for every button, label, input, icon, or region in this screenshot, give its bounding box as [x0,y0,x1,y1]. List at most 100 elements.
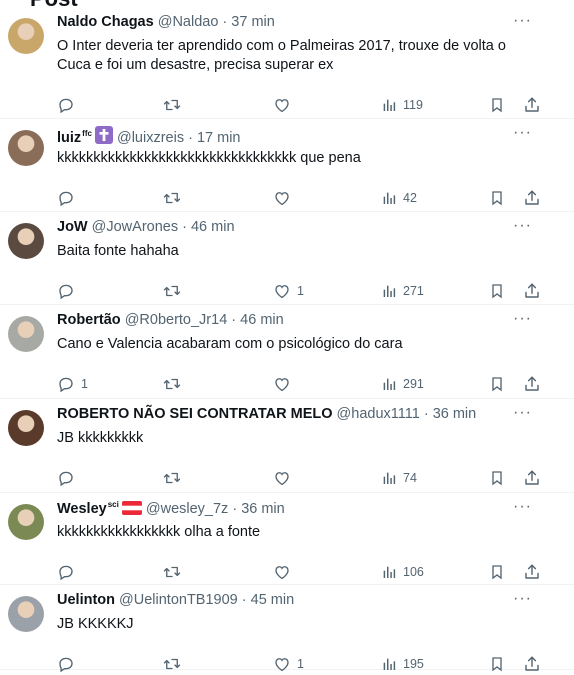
views-button[interactable]: 119 [381,94,423,116]
like-button[interactable]: 1 [273,653,304,675]
more-options-icon[interactable]: ··· [513,310,532,328]
user-handle[interactable]: @R0berto_Jr14 [125,312,228,328]
reply-button[interactable] [57,280,75,302]
name-superscript: ffc [82,129,92,139]
display-name[interactable]: ROBERTO NÃO SEI CONTRATAR MELO [57,406,333,422]
like-button[interactable] [273,467,291,489]
like-button[interactable]: 1 [273,280,304,302]
more-options-icon[interactable]: ··· [513,12,532,30]
reply-button[interactable]: 1 [57,373,88,395]
avatar[interactable] [8,223,44,259]
reply-button[interactable] [57,467,75,489]
post-text: JB kkkkkkkkk [57,430,144,446]
views-icon [381,376,397,392]
display-name[interactable]: Naldo Chagas [57,14,154,30]
bookmark-icon [489,469,505,487]
share-button[interactable] [523,467,541,489]
post-timestamp[interactable]: 46 min [191,219,235,235]
views-button[interactable]: 74 [381,467,417,489]
share-button[interactable] [523,94,541,116]
retweet-button[interactable] [162,373,182,395]
user-handle[interactable]: @Naldao [158,14,219,30]
post-timestamp[interactable]: 17 min [197,130,241,146]
reply-button[interactable] [57,187,75,209]
austria-flag-icon [121,500,142,519]
bookmark-icon [489,189,505,207]
views-button[interactable]: 106 [381,561,424,583]
share-button[interactable] [523,187,541,209]
bookmark-button[interactable] [489,94,505,116]
reply-post[interactable]: Robertão @R0berto_Jr14 · 46 min ··· Cano e… [0,304,574,399]
retweet-button[interactable] [162,187,182,209]
post-timestamp[interactable]: 45 min [251,592,295,608]
views-button[interactable]: 195 [381,653,424,675]
display-name[interactable]: luiz [57,130,81,146]
bookmark-button[interactable] [489,187,505,209]
reply-post[interactable]: Uelinton @UelintonTB1909 · 45 min ··· JB K… [0,584,574,673]
more-options-icon[interactable]: ··· [513,404,532,422]
avatar[interactable] [8,504,44,540]
avatar[interactable] [8,410,44,446]
name-superscript: sci [107,500,119,509]
more-options-icon[interactable]: ··· [513,498,532,516]
views-count: 291 [403,377,424,391]
display-name[interactable]: Uelinton [57,592,115,608]
like-button[interactable] [273,94,291,116]
reply-post[interactable]: luizffc @luixzreis · 17 min ··· kkkkkkkkkk… [0,118,574,212]
share-button[interactable] [523,561,541,583]
like-icon [273,96,291,114]
views-button[interactable]: 42 [381,187,417,209]
like-button[interactable] [273,561,291,583]
views-icon [381,97,397,113]
display-name[interactable]: JoW [57,219,88,235]
avatar[interactable] [8,130,44,166]
like-count: 1 [297,284,304,298]
like-button[interactable] [273,373,291,395]
avatar[interactable] [8,316,44,352]
views-button[interactable]: 291 [381,373,424,395]
reply-post[interactable]: Naldo Chagas @Naldao · 37 min ··· O Inter … [0,0,574,119]
avatar[interactable] [8,18,44,54]
like-button[interactable] [273,187,291,209]
reply-post[interactable]: Wesleysci @wesley_7z · 36 min ··· kkkkkkkk… [0,492,574,585]
user-handle[interactable]: @UelintonTB1909 [119,592,238,608]
retweet-button[interactable] [162,467,182,489]
more-options-icon[interactable]: ··· [513,217,532,235]
user-handle[interactable]: @hadux1111 [337,406,420,422]
bookmark-button[interactable] [489,373,505,395]
bookmark-button[interactable] [489,467,505,489]
share-button[interactable] [523,373,541,395]
post-timestamp[interactable]: 36 min [433,406,477,422]
post-text: kkkkkkkkkkkkkkkkk olha a fonte [57,524,261,540]
reply-post[interactable]: ROBERTO NÃO SEI CONTRATAR MELO @hadux111… [0,398,574,493]
user-handle[interactable]: @luixzreis [117,130,184,146]
avatar[interactable] [8,596,44,632]
bookmark-button[interactable] [489,653,505,675]
like-icon [273,282,291,300]
share-button[interactable] [523,653,541,675]
more-options-icon[interactable]: ··· [513,124,532,142]
views-button[interactable]: 271 [381,280,424,302]
retweet-button[interactable] [162,94,182,116]
user-handle[interactable]: @JowArones [92,219,178,235]
reply-button[interactable] [57,94,75,116]
like-icon [273,469,291,487]
action-bar: 1 271 [57,280,547,302]
reply-button[interactable] [57,653,75,675]
retweet-button[interactable] [162,561,182,583]
retweet-button[interactable] [162,653,182,675]
more-options-icon[interactable]: ··· [513,590,532,608]
bookmark-button[interactable] [489,561,505,583]
user-handle[interactable]: @wesley_7z [146,501,228,517]
display-name[interactable]: Wesley [57,501,107,517]
reply-button[interactable] [57,561,75,583]
retweet-button[interactable] [162,280,182,302]
reply-post[interactable]: JoW @JowArones · 46 min ··· Baita fonte ha… [0,211,574,305]
post-timestamp[interactable]: 36 min [241,501,285,517]
views-count: 271 [403,284,424,298]
post-timestamp[interactable]: 46 min [240,312,284,328]
bookmark-button[interactable] [489,280,505,302]
display-name[interactable]: Robertão [57,312,121,328]
share-button[interactable] [523,280,541,302]
post-timestamp[interactable]: 37 min [231,14,275,30]
